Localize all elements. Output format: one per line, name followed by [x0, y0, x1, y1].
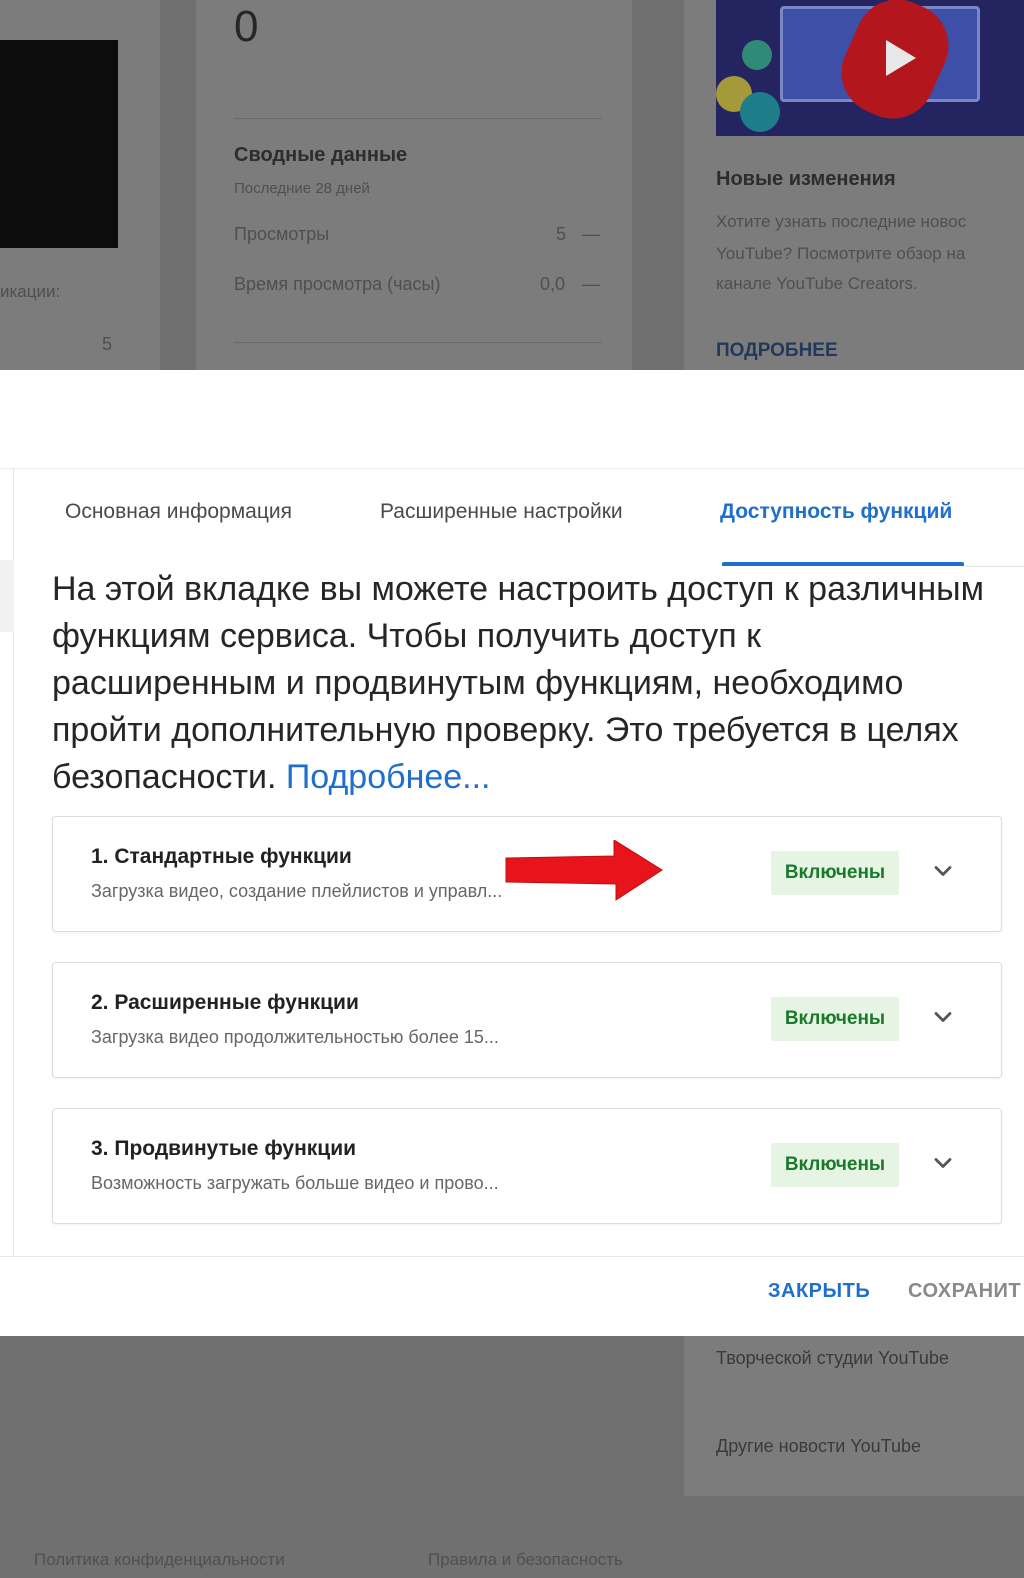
- feature-extended[interactable]: 2. Расширенные функции Загрузка видео пр…: [52, 962, 1002, 1078]
- summary-row-value: 0,0: [540, 274, 566, 294]
- video-thumbnail: [0, 40, 118, 248]
- feature-description: Загрузка видео, создание плейлистов и уп…: [91, 881, 503, 901]
- summary-title: Сводные данные: [234, 144, 408, 166]
- news-list-card: Творческой студии YouTube Другие новости…: [684, 1336, 1024, 1496]
- summary-row-trend: —: [582, 274, 600, 294]
- tab-advanced-settings[interactable]: Расширенные настройки: [380, 500, 623, 524]
- feature-title: 1. Стандартные функции: [91, 845, 352, 868]
- summary-subtitle: Последние 28 дней: [234, 180, 370, 197]
- news-banner-image: [716, 0, 1024, 136]
- close-button[interactable]: ЗАКРЫТЬ: [768, 1280, 870, 1303]
- feature-title: 3. Продвинутые функции: [91, 1137, 357, 1160]
- status-badge: Включены: [771, 851, 899, 895]
- summary-row-label: Просмотры: [234, 224, 330, 244]
- intro-text: На этой вкладке вы можете настроить дост…: [52, 570, 984, 796]
- subscribers-count: 0: [234, 2, 259, 51]
- feature-description: Загрузка видео продолжительностью более …: [91, 1027, 499, 1047]
- news-body-line: Хотите узнать последние новос: [716, 212, 967, 231]
- news-title: Новые изменения: [716, 168, 896, 190]
- footer-link-privacy[interactable]: Политика конфиденциальности: [34, 1550, 285, 1570]
- chevron-down-icon[interactable]: [929, 1003, 957, 1031]
- news-body-line: YouTube? Посмотрите обзор на: [716, 244, 966, 263]
- news-item[interactable]: Творческой студии YouTube: [716, 1348, 949, 1369]
- feature-title: 2. Расширенные функции: [91, 991, 359, 1014]
- intro-paragraph: На этой вкладке вы можете настроить дост…: [52, 566, 992, 801]
- tab-basic-info[interactable]: Основная информация: [65, 500, 292, 524]
- video-card: икации: 5: [0, 0, 160, 372]
- chevron-down-icon[interactable]: [929, 1149, 957, 1177]
- footer-link-policies[interactable]: Правила и безопасность: [428, 1550, 623, 1570]
- summary-row-value: 5: [556, 224, 567, 244]
- status-badge: Включены: [771, 997, 899, 1041]
- feature-description: Возможность загружать больше видео и про…: [91, 1173, 499, 1193]
- summary-row-trend: —: [582, 224, 600, 244]
- learn-more-link[interactable]: Подробнее...: [286, 758, 491, 796]
- news-more-link[interactable]: ПОДРОБНЕЕ: [716, 340, 838, 362]
- publication-label: икации:: [0, 282, 61, 301]
- chevron-down-icon[interactable]: [929, 857, 957, 885]
- play-icon: [886, 40, 916, 76]
- publication-value: 5: [102, 334, 113, 354]
- active-tab-indicator: [722, 562, 964, 566]
- tab-feature-eligibility[interactable]: Доступность функций: [720, 500, 952, 524]
- dialog-side-nav: [0, 468, 14, 1256]
- feature-advanced[interactable]: 3. Продвинутые функции Возможность загру…: [52, 1108, 1002, 1224]
- annotation-arrow-icon: [505, 840, 663, 901]
- news-item[interactable]: Другие новости YouTube: [716, 1436, 921, 1457]
- status-badge: Включены: [771, 1143, 899, 1187]
- news-body-line: канале YouTube Creators.: [716, 274, 918, 293]
- summary-row-label: Время просмотра (часы): [234, 274, 441, 294]
- analytics-card: 0 Сводные данные Последние 28 дней Просм…: [196, 0, 632, 372]
- save-button[interactable]: СОХРАНИТ: [908, 1280, 1021, 1303]
